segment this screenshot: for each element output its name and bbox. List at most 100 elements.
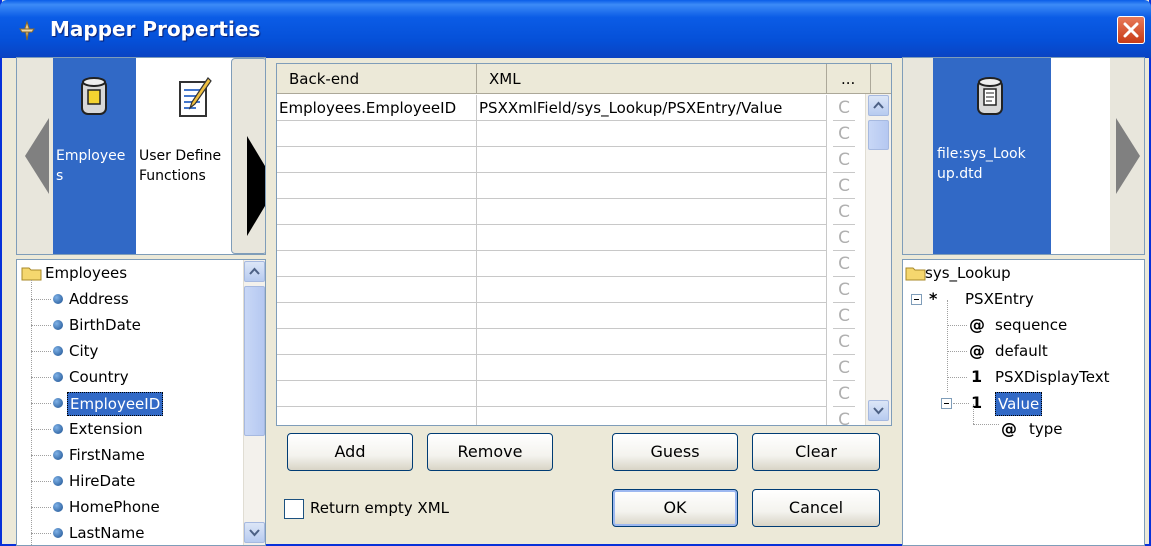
cell-backend[interactable]: Employees.EmployeeID	[277, 95, 477, 121]
cell-backend[interactable]	[277, 225, 477, 251]
palette-item-label-line2: Functions	[139, 168, 206, 184]
collapse-icon[interactable]	[941, 398, 952, 409]
chevron-up-icon	[873, 101, 884, 109]
tree-node-label: sequence	[995, 316, 1068, 334]
field-icon	[53, 346, 63, 356]
cell-flag-toggle[interactable]: C	[833, 329, 855, 355]
tree-field-label: HomePhone	[69, 498, 160, 516]
cell-flag-toggle[interactable]: C	[833, 173, 855, 199]
cell-backend[interactable]	[277, 381, 477, 407]
folder-icon	[21, 267, 42, 281]
palette-item-sys-lookup-dtd[interactable]: file:sys_Look up.dtd	[933, 58, 1051, 254]
cell-flag-toggle[interactable]: C	[833, 303, 855, 329]
tree-field-label: Country	[69, 368, 129, 386]
palette-scroll-right-button[interactable]	[1110, 58, 1144, 254]
tree-element-value[interactable]: 1 Value	[941, 390, 1091, 416]
cell-xml[interactable]	[477, 147, 827, 173]
scroll-up-button[interactable]	[868, 95, 889, 116]
cell-xml[interactable]: PSXXmlField/sys_Lookup/PSXEntry/Value	[477, 95, 827, 121]
chevron-down-icon	[249, 529, 260, 537]
palette-scroll-left-button[interactable]	[903, 58, 933, 254]
palette-item-user-defined-functions[interactable]: User Define Functions	[136, 58, 231, 254]
cell-backend[interactable]	[277, 355, 477, 381]
scroll-up-button[interactable]	[244, 261, 265, 282]
backend-palette: Employee s User Define Functions	[16, 57, 266, 255]
cell-backend[interactable]	[277, 147, 477, 173]
field-icon	[53, 502, 63, 512]
cell-xml[interactable]	[477, 251, 827, 277]
folder-icon	[905, 267, 926, 281]
return-empty-xml-label[interactable]: Return empty XML	[310, 496, 449, 520]
tree-node-psxentry[interactable]: * PSXEntry	[903, 286, 1103, 312]
column-header-xml[interactable]: XML	[477, 64, 827, 94]
cell-xml[interactable]	[477, 277, 827, 303]
app-icon	[19, 20, 35, 41]
cell-flag-toggle[interactable]: C	[833, 277, 855, 303]
function-icon	[179, 77, 212, 117]
field-icon	[53, 294, 63, 304]
scroll-down-button[interactable]	[868, 400, 889, 421]
backend-field-tree: Employees Address BirthDate City Country…	[16, 259, 266, 546]
cell-backend[interactable]	[277, 407, 477, 425]
column-header-options[interactable]: ...	[827, 64, 871, 94]
scroll-thumb[interactable]	[868, 120, 889, 150]
chevron-down-icon	[873, 407, 884, 415]
cell-flag-toggle[interactable]: C	[833, 225, 855, 251]
field-icon	[53, 372, 63, 382]
cell-backend[interactable]	[277, 251, 477, 277]
palette-item-label-line2: s	[56, 168, 64, 184]
add-button[interactable]: Add	[287, 433, 413, 471]
remove-button[interactable]: Remove	[427, 433, 553, 471]
cell-flag-toggle[interactable]: C	[833, 199, 855, 225]
cell-flag-toggle[interactable]: C	[833, 121, 855, 147]
cell-xml[interactable]	[477, 121, 827, 147]
cell-backend[interactable]	[277, 277, 477, 303]
cell-xml[interactable]	[477, 303, 827, 329]
cell-flag-toggle[interactable]: C	[833, 95, 855, 121]
scroll-down-button[interactable]	[244, 522, 265, 543]
cell-backend[interactable]	[277, 173, 477, 199]
tree-vertical-scrollbar[interactable]	[243, 260, 265, 545]
cell-xml[interactable]	[477, 199, 827, 225]
tree-field-label: HireDate	[69, 472, 136, 490]
field-icon	[53, 424, 63, 434]
cell-xml[interactable]	[477, 225, 827, 251]
tree-root-label: sys_Lookup	[925, 264, 1011, 282]
close-button[interactable]	[1117, 16, 1145, 44]
cancel-button[interactable]: Cancel	[752, 489, 880, 527]
field-icon	[53, 528, 63, 538]
cell-backend[interactable]	[277, 199, 477, 225]
attribute-marker: @	[969, 315, 985, 334]
right-arrow-icon	[247, 136, 265, 236]
cell-flag-toggle[interactable]: C	[833, 407, 855, 425]
guess-button[interactable]: Guess	[612, 433, 738, 471]
tree-field-label: Address	[69, 290, 129, 308]
cell-flag-toggle[interactable]: C	[833, 355, 855, 381]
cell-flag-toggle[interactable]: C	[833, 147, 855, 173]
element-marker: 1	[971, 367, 983, 386]
cell-xml[interactable]	[477, 381, 827, 407]
cell-xml[interactable]	[477, 407, 827, 425]
palette-scroll-left-button[interactable]	[17, 58, 53, 254]
cell-xml[interactable]	[477, 355, 827, 381]
clear-button[interactable]: Clear	[752, 433, 880, 471]
cell-xml[interactable]	[477, 329, 827, 355]
return-empty-xml-checkbox[interactable]	[284, 499, 304, 519]
tree-node-label: PSXDisplayText	[995, 368, 1110, 386]
ok-button[interactable]: OK	[612, 489, 738, 527]
xml-structure-tree: sys_Lookup * PSXEntry @ sequence @ defau…	[902, 259, 1145, 546]
column-header-backend[interactable]: Back-end	[277, 64, 477, 94]
cell-backend[interactable]	[277, 121, 477, 147]
cell-backend[interactable]	[277, 329, 477, 355]
title-bar[interactable]: Mapper Properties	[0, 0, 1151, 58]
field-icon	[53, 398, 63, 408]
cell-flag-toggle[interactable]: C	[833, 381, 855, 407]
collapse-icon[interactable]	[911, 294, 922, 305]
grid-vertical-scrollbar[interactable]	[865, 94, 891, 425]
palette-item-employees[interactable]: Employee s	[53, 58, 136, 254]
scroll-thumb[interactable]	[244, 286, 265, 436]
cell-backend[interactable]	[277, 303, 477, 329]
cell-xml[interactable]	[477, 173, 827, 199]
tree-node-label: PSXEntry	[965, 290, 1034, 308]
cell-flag-toggle[interactable]: C	[833, 251, 855, 277]
